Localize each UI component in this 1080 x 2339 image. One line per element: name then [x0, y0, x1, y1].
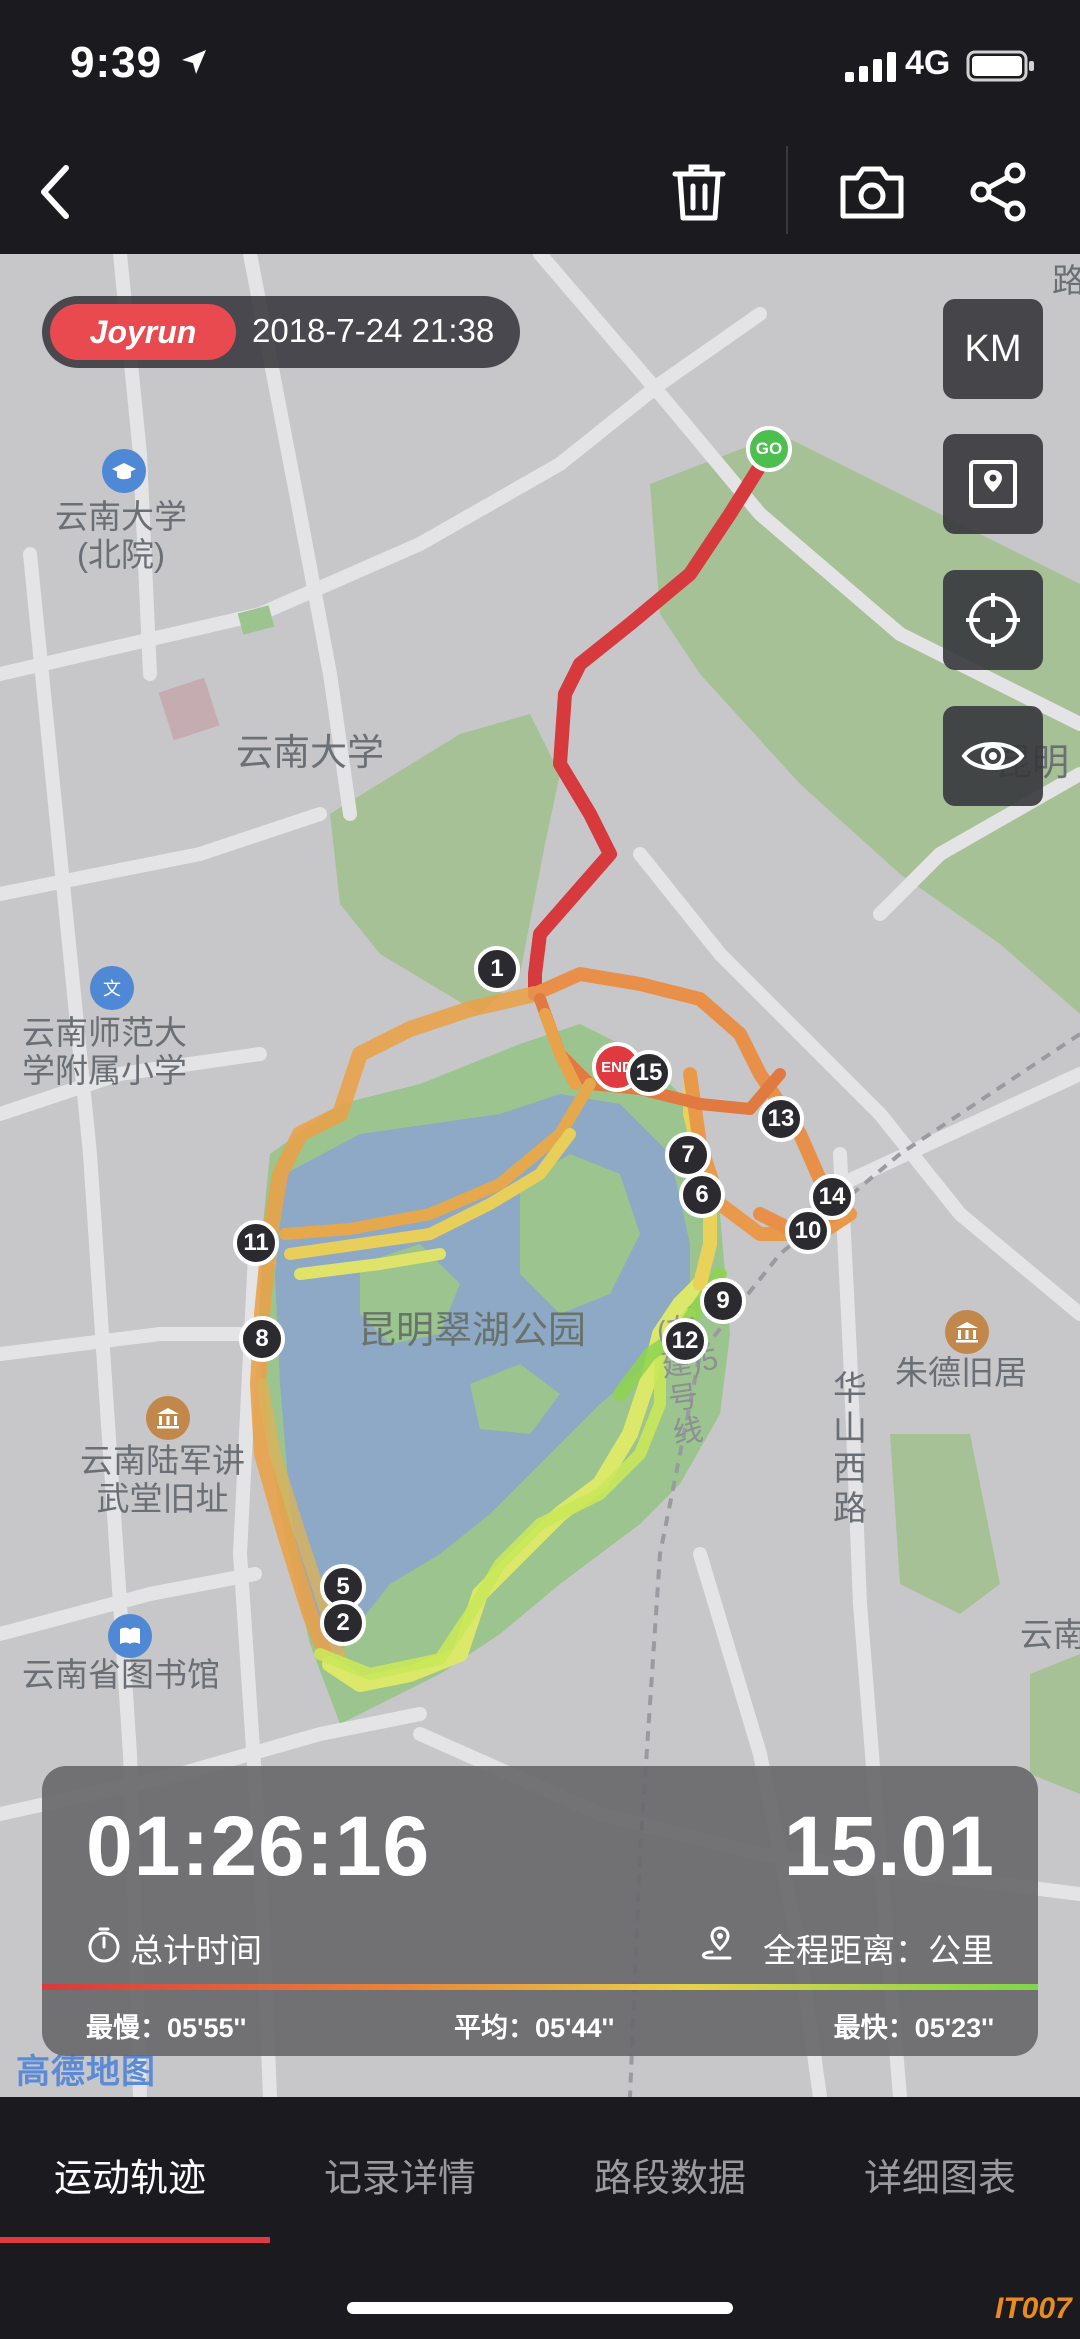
status-bar: 9:39 4G	[0, 0, 1080, 130]
eye-icon	[961, 742, 1025, 770]
location-arrow-icon	[182, 50, 206, 74]
camera-icon	[840, 166, 904, 219]
km-marker[interactable]: 6	[679, 1172, 725, 1218]
km-marker[interactable]: 7	[665, 1132, 711, 1178]
map-pin-icon	[969, 460, 1017, 508]
stats-card: 01:26:16 15.01 总计时间 全程距离：公里 最慢：05'55'' 平…	[42, 1766, 1038, 2056]
map-label-line: 武堂旧址	[96, 1480, 229, 1517]
svg-text:文: 文	[103, 979, 121, 1000]
slowest-pace: 最慢：05'55''	[86, 2013, 247, 2043]
map-style-button[interactable]	[943, 434, 1043, 534]
km-marker[interactable]: 2	[320, 1600, 366, 1646]
duration-value: 01:26:16	[86, 1799, 431, 1893]
toolbar	[0, 130, 1080, 254]
camera-button[interactable]	[828, 148, 916, 236]
map-label-line: 云南陆军讲	[80, 1442, 245, 1479]
km-marker[interactable]: 12	[662, 1318, 708, 1364]
battery-icon	[966, 50, 1034, 82]
map-label-yunnan-edge: 云南	[1020, 1616, 1080, 1653]
km-marker[interactable]: 1	[474, 946, 520, 992]
signal-icon	[845, 52, 896, 82]
locate-button[interactable]	[943, 570, 1043, 670]
toolbar-divider	[786, 146, 788, 234]
map-label-road-top: 路	[1052, 262, 1080, 299]
bottom-tab-bar: 运动轨迹 记录详情 路段数据 详细图表 IT007	[0, 2097, 1080, 2339]
record-header: Joyrun 2018-7-24 21:38	[42, 296, 520, 368]
km-marker[interactable]: 15	[626, 1050, 672, 1096]
map-label-yunnan-univ: 云南大学	[236, 732, 384, 773]
crosshair-icon	[966, 593, 1020, 647]
fastest-pace: 最快：05'23''	[833, 2013, 994, 2043]
map-label-line: 云南师范大	[22, 1014, 187, 1051]
map-label-zhu-de: 朱德旧居	[895, 1354, 1027, 1391]
tab-detailed-charts[interactable]: 详细图表	[864, 2147, 1016, 2202]
unit-label: KM	[964, 327, 1022, 370]
map-label-yunnan-univ-north: 云南大学 (北院)	[55, 498, 187, 574]
trash-icon	[672, 164, 726, 221]
km-marker[interactable]: 8	[239, 1316, 285, 1362]
tab-route[interactable]: 运动轨迹	[54, 2147, 206, 2202]
watermark: IT007	[995, 2292, 1072, 2325]
status-time: 9:39	[70, 38, 163, 87]
map-label-military-academy: 云南陆军讲 武堂旧址	[80, 1442, 245, 1518]
share-button[interactable]	[955, 148, 1043, 236]
stopwatch-icon	[88, 1927, 120, 1963]
km-marker[interactable]: 10	[785, 1208, 831, 1254]
education-poi-icon: 文	[90, 966, 134, 1010]
map-label-library: 云南省图书馆	[22, 1656, 220, 1693]
library-poi-icon	[108, 1614, 152, 1658]
brand-badge: Joyrun	[50, 304, 236, 360]
landmark-poi-icon	[146, 1396, 190, 1440]
back-button[interactable]	[10, 148, 98, 236]
km-marker[interactable]: 11	[233, 1220, 279, 1266]
delete-button[interactable]	[655, 148, 743, 236]
km-marker[interactable]: 9	[700, 1278, 746, 1324]
distance-label: 全程距离：公里	[763, 1932, 994, 1969]
map-label-park: 昆明翠湖公园	[358, 1310, 587, 1352]
map-label-line: (北院)	[77, 536, 165, 573]
tab-record-details[interactable]: 记录详情	[324, 2147, 476, 2202]
landmark-poi-icon	[945, 1310, 989, 1354]
visibility-button[interactable]	[943, 706, 1043, 806]
active-tab-indicator	[0, 2237, 270, 2243]
km-marker[interactable]: 13	[758, 1096, 804, 1142]
map-label-line: 云南大学	[55, 498, 187, 535]
school-poi-icon	[102, 449, 146, 493]
route-start-marker[interactable]: GO	[746, 426, 792, 472]
map-label-huashan-road: 华山西路	[833, 1370, 867, 1528]
average-pace: 平均：05'44''	[454, 2013, 615, 2043]
record-datetime: 2018-7-24 21:38	[252, 312, 495, 349]
duration-label: 总计时间	[130, 1932, 262, 1969]
network-type: 4G	[905, 44, 951, 82]
distance-pin-icon	[702, 1926, 732, 1960]
map-label-line: 学附属小学	[22, 1052, 187, 1089]
unit-toggle-button[interactable]: KM	[943, 299, 1043, 399]
home-indicator[interactable]	[347, 2302, 733, 2314]
back-arrow-icon	[41, 165, 69, 219]
pace-gradient-bar	[42, 1984, 1038, 1990]
distance-value: 15.01	[783, 1799, 994, 1893]
share-icon	[970, 162, 1026, 222]
tab-segment-data[interactable]: 路段数据	[594, 2147, 746, 2202]
map-label-normal-school: 云南师范大 学附属小学	[22, 1014, 187, 1090]
